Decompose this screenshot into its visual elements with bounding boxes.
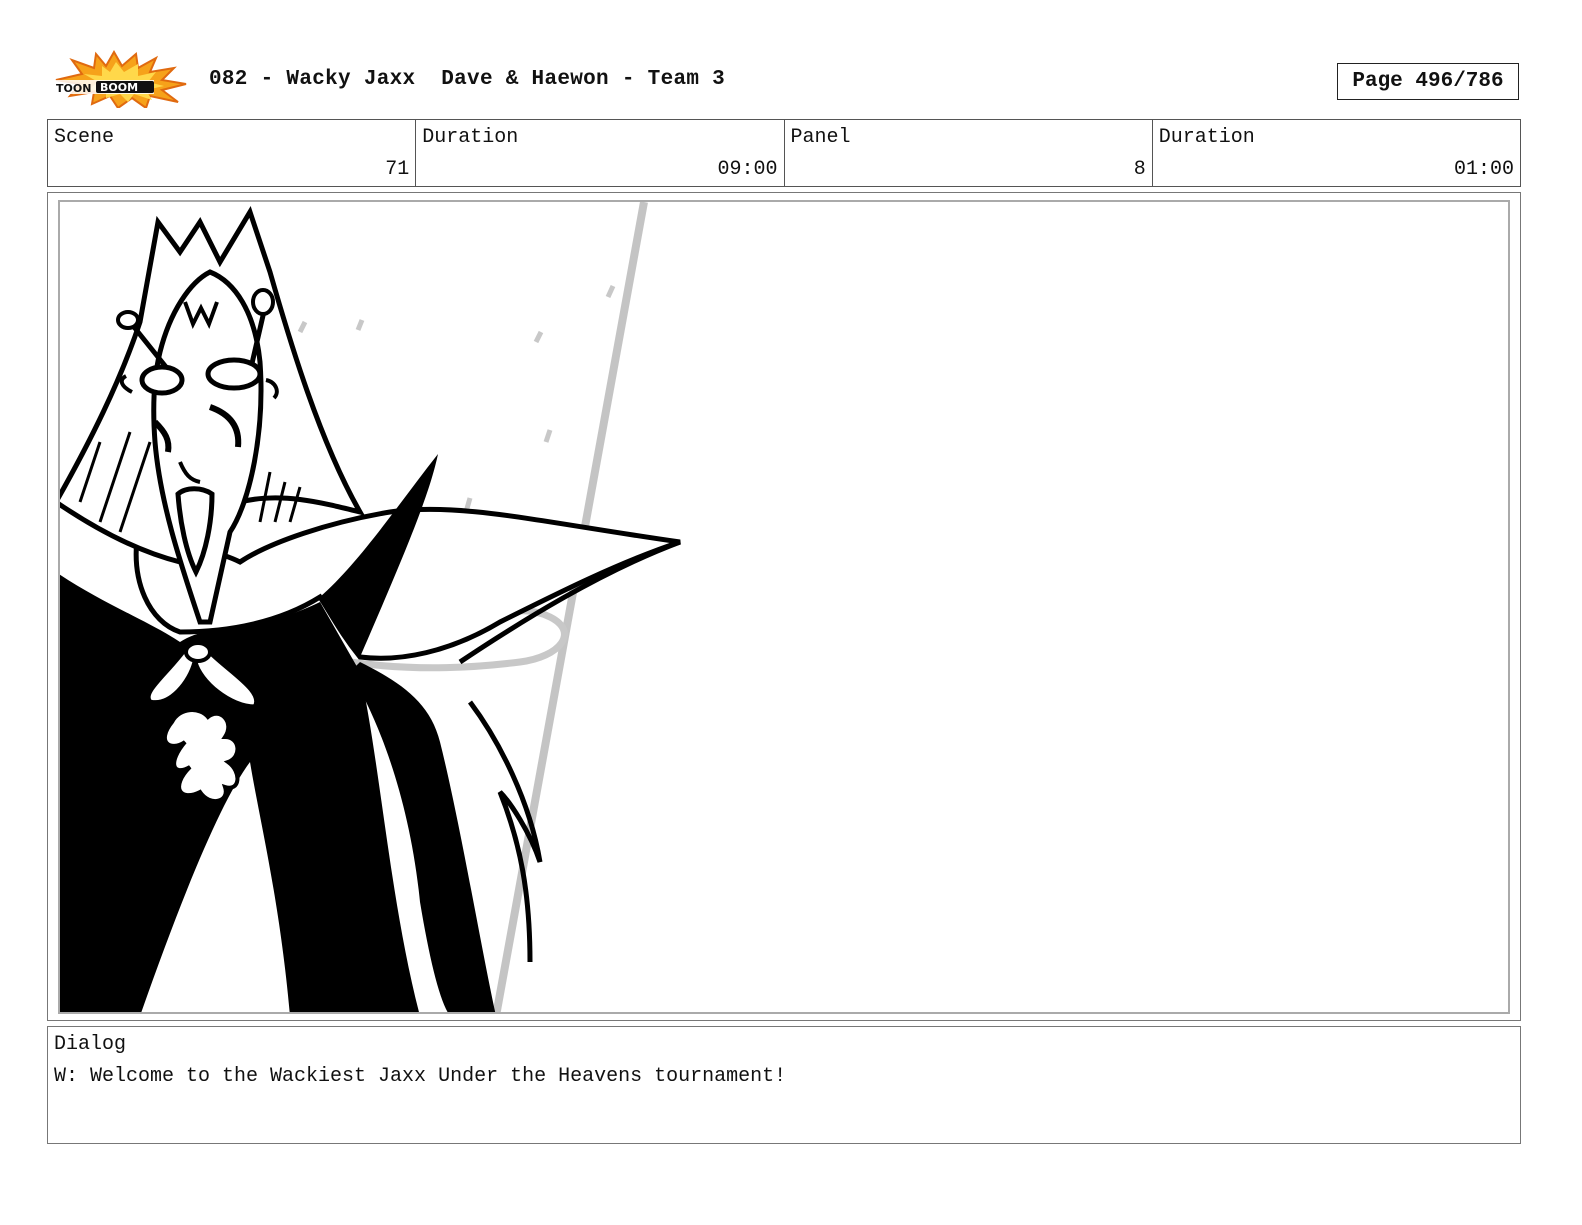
panel-duration-value: 01:00 [1453,158,1514,181]
panel-label: Panel [790,126,851,149]
scene-duration-cell: Duration 09:00 [416,120,785,186]
scene-value: 71 [385,158,410,181]
character-sketch [60,202,681,1012]
storyboard-panel-image [58,200,1510,1014]
info-row: Scene 71 Duration 09:00 Panel 8 Duration… [47,119,1521,187]
logo-wordmark: TOON [56,82,91,95]
scene-duration-label: Duration [422,126,519,149]
panel-duration-cell: Duration 01:00 [1153,120,1520,186]
dialog-text: W: Welcome to the Wackiest Jaxx Under th… [54,1065,787,1088]
scene-duration-value: 09:00 [717,158,778,181]
dialog-label: Dialog [54,1033,127,1056]
panel-cell: Panel 8 [785,120,1153,186]
dialog-box: Dialog W: Welcome to the Wackiest Jaxx U… [47,1026,1521,1144]
panel-value: 8 [1133,158,1146,181]
scene-label: Scene [54,126,115,149]
page-number: Page 496/786 [1337,63,1519,100]
scene-cell: Scene 71 [48,120,417,186]
toonboom-logo: TOON BOOM [52,49,188,110]
panel-duration-label: Duration [1158,126,1255,149]
project-title: 082 - Wacky Jaxx Dave & Haewon - Team 3 [209,68,726,91]
svg-text:BOOM: BOOM [100,81,138,94]
